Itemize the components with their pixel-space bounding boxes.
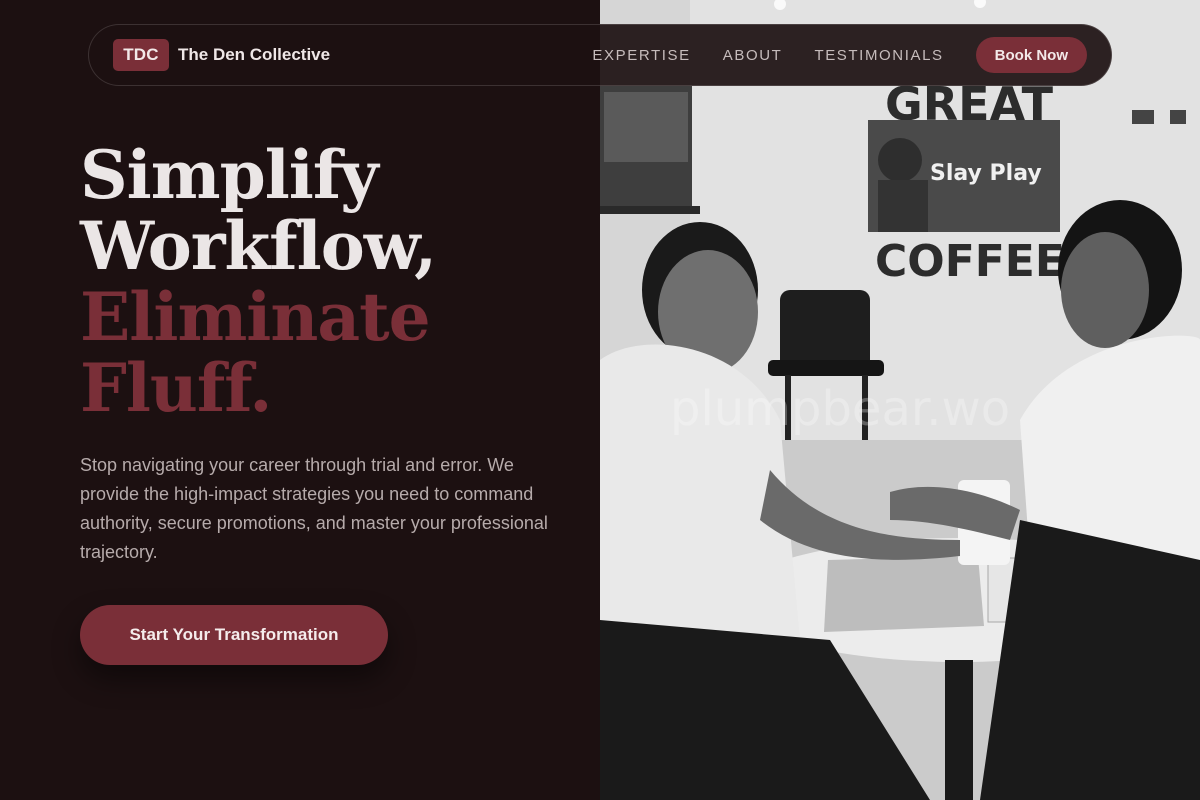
logo-badge[interactable]: TDC (113, 39, 169, 71)
top-nav: TDC The Den Collective EXPERTISE ABOUT T… (88, 24, 1112, 86)
headline-line-4: Fluff. (80, 349, 272, 427)
hero-headline: Simplify Workflow, Eliminate Fluff. (80, 140, 580, 424)
headline-line-1: Simplify (80, 136, 379, 214)
svg-text:COFFEE: COFFEE (875, 236, 1065, 287)
hero-subtext: Stop navigating your career through tria… (80, 455, 548, 562)
nav-link-expertise[interactable]: EXPERTISE (592, 47, 690, 64)
headline-line-3: Eliminate (80, 278, 431, 356)
nav-links: EXPERTISE ABOUT TESTIMONIALS Book Now (592, 37, 1087, 73)
book-now-button[interactable]: Book Now (975, 37, 1087, 73)
nav-link-about[interactable]: ABOUT (723, 47, 783, 64)
nav-link-testimonials[interactable]: TESTIMONIALS (814, 47, 943, 64)
svg-text:plumpbear.wo: plumpbear.wo (670, 381, 1010, 437)
svg-text:Slay Play: Slay Play (930, 161, 1042, 186)
headline-line-2: Workflow, (80, 207, 437, 285)
start-transformation-button[interactable]: Start Your Transformation (80, 605, 388, 665)
photo-illustration: GREAT Slay Play COFFEE plumpbear.wo (600, 0, 1200, 800)
hero-photo: GREAT Slay Play COFFEE plumpbear.wo (600, 0, 1200, 800)
brand-name[interactable]: The Den Collective (178, 45, 330, 65)
